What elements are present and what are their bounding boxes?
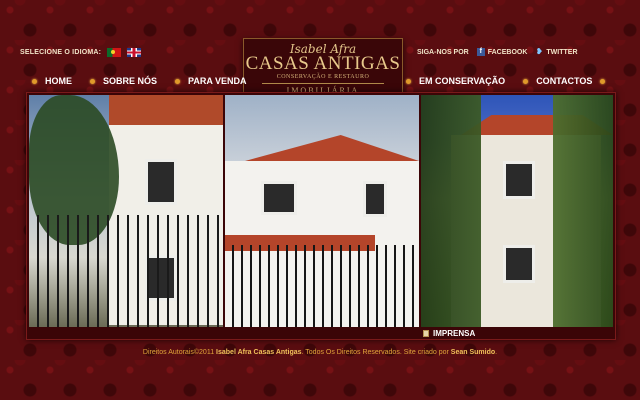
- bullet-icon: [175, 78, 181, 84]
- nav-sobre-nos-label: SOBRE NÓS: [103, 76, 158, 86]
- footer-company[interactable]: Isabel Afra Casas Antigas: [216, 349, 301, 356]
- roof-shape: [109, 95, 223, 125]
- press-label: IMPRENSA: [433, 328, 476, 338]
- bullet-icon: [600, 78, 606, 84]
- footer-suffix: .: [495, 349, 498, 356]
- footer-middle: . Todos Os Direitos Reservados. Site cri…: [301, 349, 449, 356]
- logo-sub-text: CONSERVAÇÃO E RESTAURO: [276, 74, 370, 80]
- window-shape: [261, 181, 297, 215]
- twitter-label: TWITTER: [546, 48, 578, 56]
- bullet-icon: [32, 78, 37, 84]
- nav-contactos[interactable]: CONTACTOS: [523, 76, 606, 86]
- footer-copyright: Direitos Autorais©2011 Isabel Afra Casas…: [0, 349, 640, 356]
- portuguese-flag-icon[interactable]: [107, 48, 122, 57]
- facebook-icon: f: [476, 48, 485, 56]
- facebook-link[interactable]: f FACEBOOK: [476, 48, 528, 56]
- english-flag-icon[interactable]: [127, 48, 142, 57]
- window-shape: [363, 181, 387, 217]
- nav-contactos-label: CONTACTOS: [536, 76, 593, 86]
- twitter-icon: ❥: [536, 47, 543, 56]
- house-photo-3[interactable]: [421, 95, 613, 327]
- window-shape: [145, 159, 177, 205]
- nav-em-conservacao-label: EM CONSERVAÇÃO: [419, 76, 506, 86]
- window-shape: [503, 161, 535, 199]
- vine-shape: [553, 95, 613, 327]
- facebook-label: FACEBOOK: [487, 48, 528, 56]
- social-links: SIGA-NOS POR f FACEBOOK ❥ TWITTER: [417, 48, 578, 56]
- nav-para-venda-label: PARA VENDA: [188, 76, 247, 86]
- language-selector: SELECIONE O IDIOMA:: [20, 48, 142, 57]
- footer-author[interactable]: Sean Sumido: [451, 349, 495, 356]
- twitter-link[interactable]: ❥ TWITTER: [535, 48, 577, 56]
- bullet-icon: [90, 78, 95, 84]
- logo-main-text: CASAS ANTIGAS: [245, 53, 401, 74]
- main-nav-left: HOME SOBRE NÓS PARA VENDA: [32, 76, 265, 86]
- main-nav-right: EM CONSERVAÇÃO CONTACTOS: [406, 76, 613, 86]
- bullet-icon: [523, 78, 529, 84]
- roof-shape: [245, 135, 419, 161]
- nav-home[interactable]: HOME: [32, 76, 72, 86]
- bullet-icon: [406, 78, 411, 84]
- fence-shape: [225, 245, 419, 327]
- nav-para-venda[interactable]: PARA VENDA: [175, 76, 247, 86]
- footer-prefix: Direitos Autorais©2011: [142, 349, 215, 356]
- vine-shape: [421, 95, 481, 327]
- logo-divider: [262, 83, 384, 84]
- nav-home-label: HOME: [45, 76, 72, 86]
- house-photo-2[interactable]: [225, 95, 419, 327]
- window-shape: [503, 245, 535, 283]
- house-photo-1[interactable]: [29, 95, 223, 327]
- nav-em-conservacao[interactable]: EM CONSERVAÇÃO: [406, 76, 505, 86]
- photo-panel: IMPRENSA: [26, 92, 616, 340]
- press-link[interactable]: IMPRENSA: [423, 328, 613, 338]
- language-label: SELECIONE O IDIOMA:: [20, 49, 102, 56]
- follow-label: SIGA-NOS POR: [417, 48, 469, 56]
- nav-sobre-nos[interactable]: SOBRE NÓS: [90, 76, 157, 86]
- document-icon: [423, 329, 429, 337]
- fence-shape: [29, 215, 223, 327]
